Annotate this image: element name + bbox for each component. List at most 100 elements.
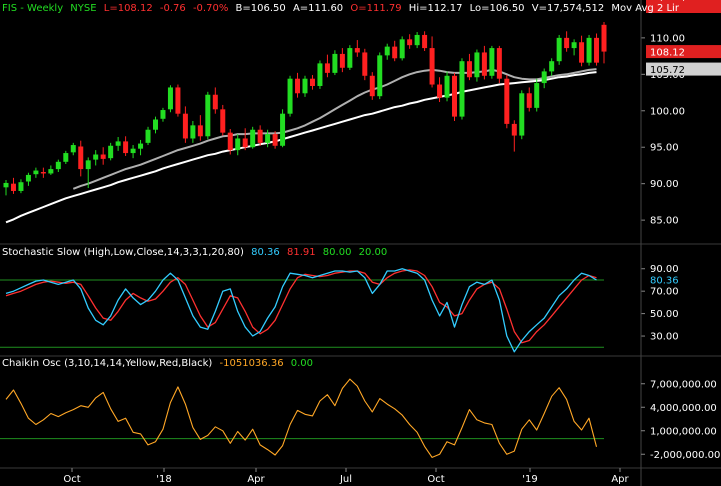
net-change: -0.76 (159, 3, 186, 14)
candle-body (235, 138, 241, 151)
x-tick-label: Apr (611, 474, 629, 485)
short-moving-average-line (72, 68, 597, 190)
candle-body (220, 109, 226, 133)
stochastic-d-value: 81.91 (286, 247, 316, 258)
stochastic-study-label[interactable]: Stochastic Slow (High,Low,Close,14,3,3,1… (2, 247, 244, 258)
candle-body (93, 154, 99, 160)
stochastic-d-line (5, 269, 597, 344)
candle-body (48, 169, 54, 174)
candle-body (564, 37, 570, 49)
candle-body (392, 46, 398, 59)
x-tick-label: Apr (247, 474, 265, 485)
candle-body (579, 42, 585, 63)
candle-body (422, 34, 428, 49)
candle-body (70, 145, 76, 153)
candle-body (197, 125, 203, 137)
candle-body (504, 78, 510, 124)
stochastic-tick-label: 50.00 (650, 309, 679, 320)
candle-body (377, 55, 383, 97)
symbol-label[interactable]: FIS - Weekly (2, 3, 63, 14)
moving-average-study-label[interactable]: Mov Avg 2 Lir (611, 3, 679, 14)
candle-body (354, 48, 360, 53)
chaikin-study-label[interactable]: Chaikin Osc (3,10,14,14,Yellow,Red,Black… (2, 358, 212, 369)
moving-average-tag-label: 105.72 (650, 65, 685, 76)
candle-body (526, 93, 532, 108)
candle-body (444, 75, 450, 98)
candle-body (250, 129, 256, 148)
stochastic-tag-label: 80.36 (650, 276, 679, 287)
candle-body (182, 113, 188, 139)
stochastic-k-value: 80.36 (251, 247, 280, 258)
candle-body (85, 160, 91, 170)
candle-body (549, 61, 555, 72)
chaikin-line (5, 378, 598, 458)
price-tick-label: 110.00 (650, 33, 685, 44)
x-axis: Oct '18 Apr Jul Oct '19 Apr (63, 468, 630, 485)
candle-body (496, 48, 502, 79)
chaikin-tick-label: 1,000,000.00 (650, 426, 717, 437)
chaikin-header: Chaikin Osc (3,10,14,14,Yellow,Red,Black… (2, 358, 317, 371)
candle-body (10, 183, 16, 191)
chaikin-zero-value: 0.00 (290, 358, 314, 369)
candle-body (407, 39, 413, 46)
chart-canvas: 110.00105.00100.0095.0090.0085.00108.121… (0, 0, 721, 486)
candle-body (309, 78, 315, 86)
candle-body (18, 182, 24, 191)
chaikin-tick-label: 4,000,000.00 (650, 403, 717, 414)
chaikin-value: -1051036.36 (219, 358, 284, 369)
chaikin-panel: 7,000,000.00 4,000,000.00 1,000,000.00 -2,0… (0, 0, 721, 486)
x-tick-label: Oct (63, 474, 80, 485)
candle-body (160, 110, 166, 119)
chaikin-tick-label: -2,000,000.00 (650, 450, 720, 461)
candle-body (205, 94, 211, 137)
candle-body (167, 87, 173, 110)
last-price-tag-label: 108.12 (650, 48, 685, 59)
candle-body (280, 113, 286, 146)
candle-body (272, 134, 278, 146)
ask-price: A=111.60 (292, 3, 344, 14)
candle-body (429, 48, 435, 85)
stochastic-tick-label: 30.00 (650, 332, 679, 343)
chaikin-tick-label: 7,000,000.00 (650, 379, 717, 390)
candle-body (556, 37, 562, 62)
candle-body (519, 93, 525, 136)
candle-body (414, 34, 420, 46)
price-tick-label: 85.00 (650, 216, 679, 227)
candle-body (489, 48, 495, 76)
candle-body (571, 42, 577, 49)
candle-body (474, 52, 480, 78)
high-price: Hi=112.17 (408, 3, 463, 14)
candle-body (63, 153, 69, 162)
price-header: FIS - Weekly NYSE L=108.12 -0.76 -0.70% … (2, 3, 683, 16)
candle-body (100, 154, 106, 159)
candle-body (78, 146, 84, 170)
candle-body (175, 87, 181, 114)
candle-body (594, 37, 600, 63)
candle-body (437, 84, 443, 98)
low-price: Lo=106.50 (469, 3, 525, 14)
candle-body (33, 170, 39, 175)
x-tick-label: '18 (156, 474, 171, 485)
stochastic-k-line (5, 268, 597, 353)
candle-body (3, 182, 9, 188)
candle-body (534, 83, 540, 108)
stochastic-panel: 90.00 70.00 50.00 30.00 80.36 (0, 0, 721, 486)
candle-body (362, 52, 368, 76)
stochastic-header: Stochastic Slow (High,Low,Close,14,3,3,1… (2, 247, 391, 260)
price-tick-label: 100.00 (650, 106, 685, 117)
open-price: O=111.79 (350, 3, 402, 14)
price-tick-label: 90.00 (650, 179, 679, 190)
candle-body (265, 134, 271, 143)
candle-body (481, 52, 487, 76)
candle-body (287, 78, 293, 114)
x-tick-label: Oct (427, 474, 444, 485)
candle-body (123, 141, 129, 154)
candle-body (138, 143, 144, 149)
pct-change: -0.70% (192, 3, 229, 14)
candle-body (295, 78, 301, 94)
candle-body (145, 129, 151, 143)
exchange-label: NYSE (70, 3, 97, 14)
candle-body (452, 75, 457, 117)
candle-body (153, 119, 158, 130)
candle-body (40, 172, 46, 174)
